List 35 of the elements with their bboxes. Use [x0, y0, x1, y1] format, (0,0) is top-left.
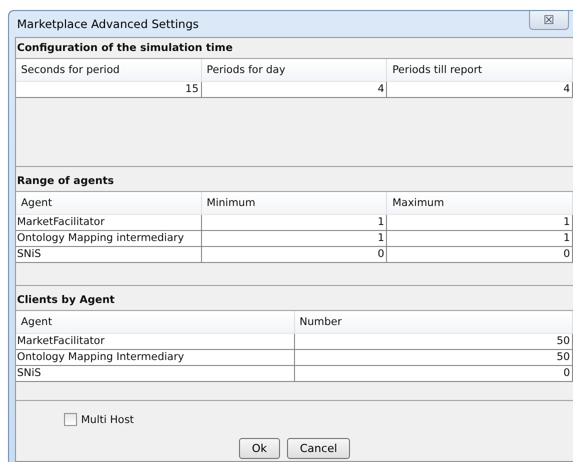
cancel-button[interactable]: Cancel: [286, 438, 350, 459]
table-cell[interactable]: 0: [202, 247, 388, 263]
table-cell[interactable]: 1: [202, 215, 388, 231]
table-cell[interactable]: 50: [294, 350, 573, 366]
column-header[interactable]: Agent: [16, 311, 294, 334]
column-header[interactable]: Number: [294, 311, 573, 334]
table-cell[interactable]: SNiS: [16, 247, 202, 263]
table-cell[interactable]: 1: [202, 231, 388, 247]
table-cell[interactable]: MarketFacilitator: [16, 215, 202, 231]
column-header[interactable]: Periods till report: [387, 59, 573, 82]
table-cell[interactable]: 1: [387, 231, 573, 247]
table-cell[interactable]: 0: [294, 366, 573, 382]
column-header[interactable]: Maximum: [387, 192, 573, 215]
multi-host-checkbox[interactable]: [64, 413, 77, 426]
window-title: Marketplace Advanced Settings: [16, 17, 199, 31]
table-cell[interactable]: 4: [202, 82, 388, 98]
column-header[interactable]: Seconds for period: [16, 59, 202, 82]
column-header[interactable]: Periods for day: [202, 59, 388, 82]
section-title: Configuration of the simulation time: [16, 41, 234, 56]
checkbox-label: Multi Host: [81, 414, 134, 426]
table-cell[interactable]: 4: [387, 82, 573, 98]
table-cell[interactable]: 1: [387, 215, 573, 231]
table-cell[interactable]: 50: [294, 334, 573, 350]
column-header[interactable]: Agent: [16, 192, 202, 215]
table-cell[interactable]: SNiS: [16, 366, 294, 382]
table-cell[interactable]: Ontology Mapping Intermediary: [16, 350, 294, 366]
table-cell[interactable]: Ontology Mapping intermediary: [16, 231, 202, 247]
close-button[interactable]: ☒: [529, 10, 569, 30]
section-title: Clients by Agent: [16, 293, 116, 308]
table-cell[interactable]: 0: [387, 247, 573, 263]
table-cell[interactable]: 15: [16, 82, 202, 98]
column-header[interactable]: Minimum: [202, 192, 388, 215]
section-title: Range of agents: [16, 174, 115, 189]
table-cell[interactable]: MarketFacilitator: [16, 334, 294, 350]
ok-button[interactable]: Ok: [238, 438, 280, 459]
